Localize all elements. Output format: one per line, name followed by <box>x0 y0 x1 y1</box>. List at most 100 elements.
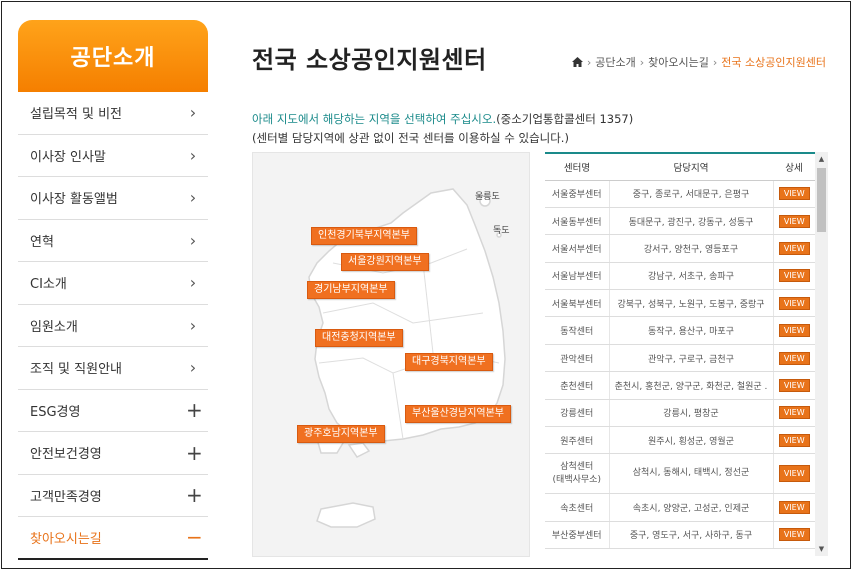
center-area: 춘천시, 홍천군, 양구군, 화천군, 철원군 . <box>609 371 774 400</box>
region-gyeonggi-south[interactable]: 경기남부지역본부 <box>307 281 395 299</box>
center-name: 관악센터 <box>545 344 610 373</box>
column-header-center: 센터명 <box>545 152 609 181</box>
sidebar-title: 공단소개 <box>18 20 208 92</box>
sidebar-item[interactable]: 찾아오시는길 − <box>18 517 208 560</box>
column-header-area: 담당지역 <box>609 152 773 181</box>
breadcrumb-separator: › <box>639 55 645 69</box>
center-name: 동작센터 <box>545 316 610 345</box>
view-button[interactable]: VIEW <box>778 351 810 365</box>
center-name: 원주센터 <box>545 426 610 455</box>
sidebar-item-label: 이사장 활동앨범 <box>30 192 118 208</box>
center-area: 원주시, 횡성군, 영월군 <box>609 426 774 455</box>
table-scrollbar[interactable]: ▲ ▼ <box>815 152 828 556</box>
region-daejeon-chungcheong[interactable]: 대전충청지역본부 <box>315 329 403 347</box>
center-name: 속초센터 <box>545 493 610 522</box>
center-area: 강릉시, 평창군 <box>609 399 774 428</box>
view-button[interactable]: VIEW <box>778 406 810 420</box>
detail-cell: VIEW <box>773 493 815 522</box>
detail-cell: VIEW <box>773 289 815 318</box>
view-button[interactable]: VIEW <box>778 465 810 483</box>
region-daegu-gyeongbuk[interactable]: 대구경북지역본부 <box>405 353 493 371</box>
chevron-right-icon: › <box>189 273 197 293</box>
sidebar-item[interactable]: 이사장 인사말 › <box>18 135 208 177</box>
sidebar-item[interactable]: 설립목적 및 비전 › <box>18 92 208 135</box>
center-name: 서울북부센터 <box>545 289 610 318</box>
chevron-right-icon: › <box>189 145 197 165</box>
intro-callcenter: (중소기업통합콜센터 1357) <box>496 112 634 126</box>
detail-cell: VIEW <box>773 180 815 208</box>
view-button[interactable]: VIEW <box>778 324 810 338</box>
scroll-up-icon[interactable]: ▲ <box>815 152 828 166</box>
breadcrumb-separator: › <box>712 55 718 69</box>
sidebar-item[interactable]: CI소개 › <box>18 262 208 305</box>
sidebar-item-label: 설립목적 및 비전 <box>30 107 122 123</box>
sidebar-item[interactable]: 고객만족경영 + <box>18 475 208 517</box>
sidebar-item[interactable]: 조직 및 직원안내 › <box>18 347 208 390</box>
home-icon[interactable] <box>571 57 583 67</box>
region-incheon-gyeonggi-north[interactable]: 인천경기북부지역본부 <box>311 227 417 245</box>
breadcrumb: › 공단소개 › 찾아오시는길 › 전국 소상공인지원센터 <box>571 54 826 70</box>
view-button[interactable]: VIEW <box>778 241 810 255</box>
sidebar-item[interactable]: 이사장 활동앨범 › <box>18 177 208 220</box>
center-area: 강서구, 양천구, 영등포구 <box>609 234 774 263</box>
center-area: 속초시, 양양군, 고성군, 인제군 <box>609 493 774 522</box>
center-area: 관악구, 구로구, 금천구 <box>609 344 774 373</box>
view-button[interactable]: VIEW <box>778 269 810 283</box>
minus-icon: − <box>186 525 203 550</box>
center-area: 동작구, 용산구, 마포구 <box>609 316 774 345</box>
view-button[interactable]: VIEW <box>778 187 810 201</box>
scroll-down-icon[interactable]: ▼ <box>815 542 828 556</box>
chevron-right-icon: › <box>189 188 197 208</box>
table-header-row: 센터명 담당지역 상세 <box>545 152 815 181</box>
table-row: 서울남부센터 강남구, 서초구, 송파구 VIEW <box>545 262 815 291</box>
intro-highlight: 아래 지도에서 해당하는 지역을 선택하여 주십시오. <box>252 112 497 126</box>
page-title: 전국 소상공인지원센터 <box>252 46 487 74</box>
column-header-detail: 상세 <box>773 152 815 181</box>
center-area: 삼척시, 동해시, 태백시, 정선군 <box>609 453 774 495</box>
center-name: 삼척센터 (태백사무소) <box>545 453 610 495</box>
breadcrumb-item-1[interactable]: 공단소개 <box>595 54 635 70</box>
detail-cell: VIEW <box>773 316 815 345</box>
center-area: 강남구, 서초구, 송파구 <box>609 262 774 291</box>
sidebar-item[interactable]: 안전보건경영 + <box>18 432 208 475</box>
view-button[interactable]: VIEW <box>778 528 810 542</box>
region-gwangju-honam[interactable]: 광주호남지역본부 <box>297 425 385 443</box>
breadcrumb-separator: › <box>586 55 592 69</box>
region-busan-ulsan-gyeongnam[interactable]: 부산울산경남지역본부 <box>405 405 511 423</box>
center-name: 강릉센터 <box>545 399 610 428</box>
detail-cell: VIEW <box>773 521 815 550</box>
breadcrumb-item-2[interactable]: 찾아오시는길 <box>648 54 709 70</box>
sidebar-nav: 공단소개 설립목적 및 비전 › 이사장 인사말 › 이사장 활동앨범 › 연혁 › CI소개 ›… <box>18 20 208 560</box>
region-seoul-gangwon[interactable]: 서울강원지역본부 <box>341 253 429 271</box>
plus-icon: + <box>186 398 203 423</box>
sidebar-item[interactable]: ESG경영 + <box>18 390 208 432</box>
view-button[interactable]: VIEW <box>778 501 810 515</box>
detail-cell: VIEW <box>773 207 815 236</box>
detail-cell: VIEW <box>773 426 815 455</box>
korea-map: 울릉도 독도 인천경기북부지역본부 서울강원지역본부 경기남부지역본부 대전충청… <box>252 152 530 557</box>
page-frame: 공단소개 설립목적 및 비전 › 이사장 인사말 › 이사장 활동앨범 › 연혁 › CI소개 ›… <box>1 1 851 569</box>
view-button[interactable]: VIEW <box>778 214 810 228</box>
table-row: 원주센터 원주시, 횡성군, 영월군 VIEW <box>545 426 815 455</box>
view-button[interactable]: VIEW <box>778 433 810 447</box>
detail-cell: VIEW <box>773 344 815 373</box>
intro-text: 아래 지도에서 해당하는 지역을 선택하여 주십시오.(중소기업통합콜센터 13… <box>252 110 633 148</box>
island-label-ulleungdo: 울릉도 <box>475 192 500 202</box>
sidebar-item-label: CI소개 <box>30 277 67 293</box>
center-name: 서울남부센터 <box>545 262 610 291</box>
view-button[interactable]: VIEW <box>778 378 810 392</box>
center-name: 춘천센터 <box>545 371 610 400</box>
center-name: 서울중부센터 <box>545 180 610 208</box>
sidebar-item[interactable]: 연혁 › <box>18 220 208 262</box>
scroll-thumb[interactable] <box>817 168 826 232</box>
sidebar-item-label: 이사장 인사말 <box>30 149 106 165</box>
view-button[interactable]: VIEW <box>778 296 810 310</box>
sidebar-item-label: 안전보건경영 <box>30 447 102 463</box>
intro-note: (센터별 담당지역에 상관 없이 전국 센터를 이용하실 수 있습니다.) <box>252 131 569 145</box>
sidebar-item-label: 조직 및 직원안내 <box>30 362 122 378</box>
detail-cell: VIEW <box>773 399 815 428</box>
sidebar-item[interactable]: 임원소개 › <box>18 305 208 347</box>
chevron-right-icon: › <box>189 103 197 123</box>
sidebar-item-label: 임원소개 <box>30 319 78 335</box>
plus-icon: + <box>186 440 203 465</box>
